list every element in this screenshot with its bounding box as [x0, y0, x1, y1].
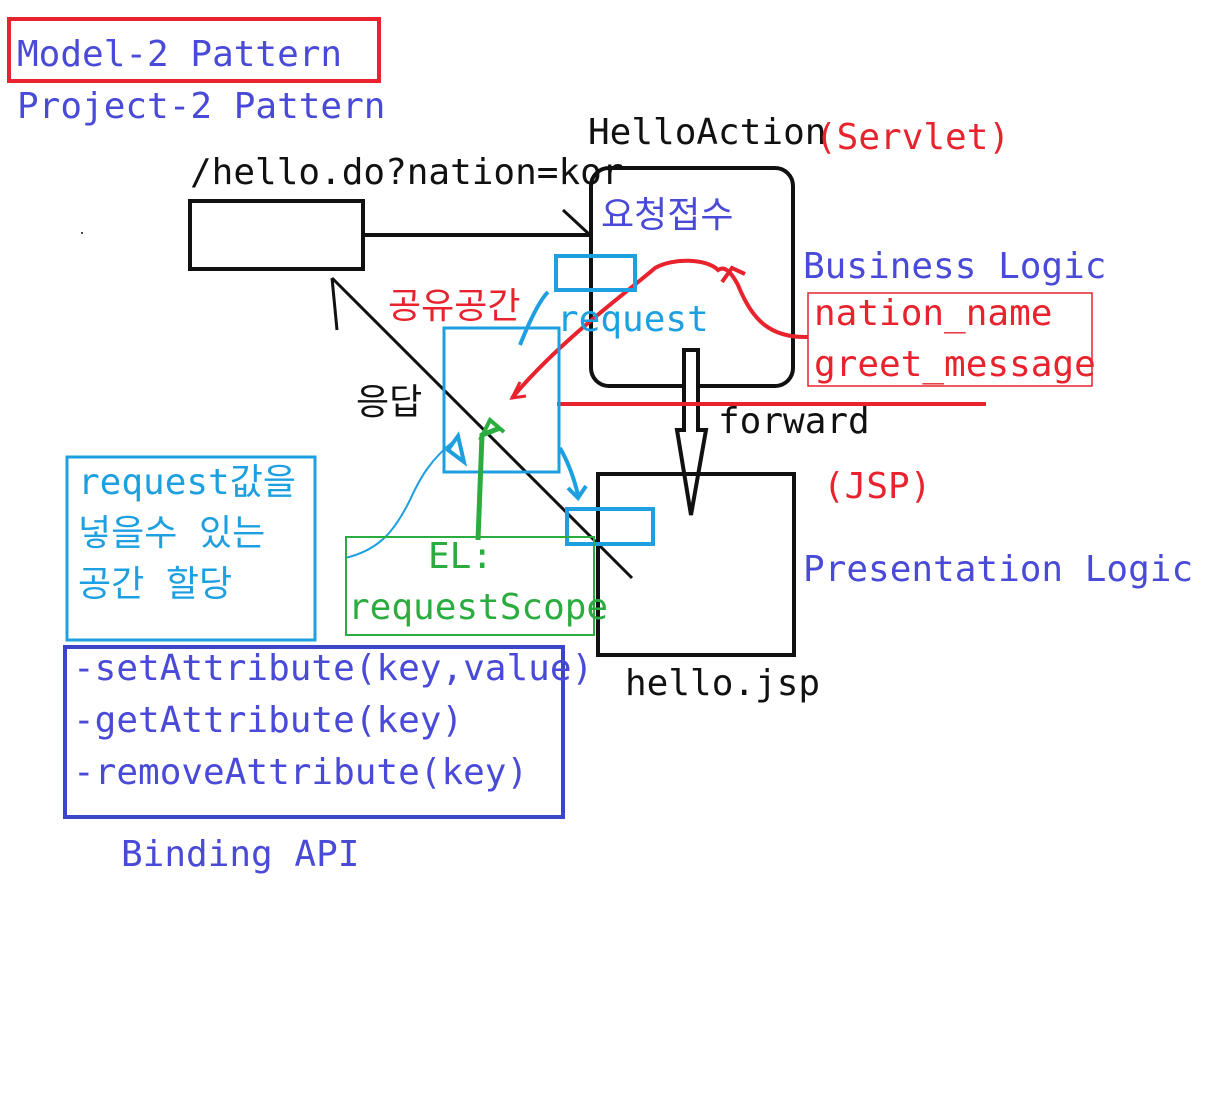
- jsp-box: [596, 472, 796, 657]
- binding-set-attribute: -setAttribute(key,value): [73, 648, 594, 689]
- request-port-top: [554, 254, 637, 292]
- cyan-note-arrow-head: [445, 431, 468, 467]
- request-note-line-2: 넣을수 있는: [78, 513, 266, 554]
- jsp-file: hello.jsp: [625, 663, 821, 704]
- dot: [81, 232, 83, 234]
- request-url: /hello.do?nation=kor: [190, 152, 624, 193]
- binding-remove-attribute: -removeAttribute(key): [73, 752, 529, 793]
- el-request-scope: requestScope: [348, 587, 609, 628]
- shared-space-label: 공유공간: [388, 286, 521, 327]
- el-label: EL:: [428, 536, 494, 577]
- business-logic-label: Business Logic: [803, 246, 1107, 287]
- response-arrow-head: [330, 277, 339, 331]
- servlet-type: (Servlet): [815, 117, 1011, 158]
- forward-arrow: [674, 348, 709, 516]
- presentation-logic-label: Presentation Logic: [803, 549, 1194, 590]
- binding-api-label: Binding API: [121, 834, 360, 875]
- binding-get-attribute: -getAttribute(key): [73, 700, 464, 741]
- jsp-type: (JSP): [823, 466, 932, 507]
- title-pattern: Model-2 Pattern: [17, 34, 343, 75]
- request-arrow-head: [561, 208, 592, 237]
- request-note-line-3: 공간 할당: [78, 564, 233, 605]
- servlet-name: HelloAction: [588, 112, 827, 153]
- title-project: Project-2 Pattern: [17, 86, 386, 127]
- cyan-connector-bottom: [558, 447, 588, 502]
- response-label: 응답: [356, 382, 423, 423]
- forward-label: forward: [718, 401, 870, 442]
- request-note-line-1: request값을: [78, 462, 296, 503]
- attribute-nation-name: nation_name: [814, 293, 1053, 334]
- request-label: request: [557, 299, 709, 340]
- servlet-receive: 요청접수: [601, 195, 734, 236]
- attribute-greet-message: greet_message: [814, 344, 1096, 385]
- cyan-connector-top: [518, 290, 550, 346]
- client-box: [188, 199, 365, 271]
